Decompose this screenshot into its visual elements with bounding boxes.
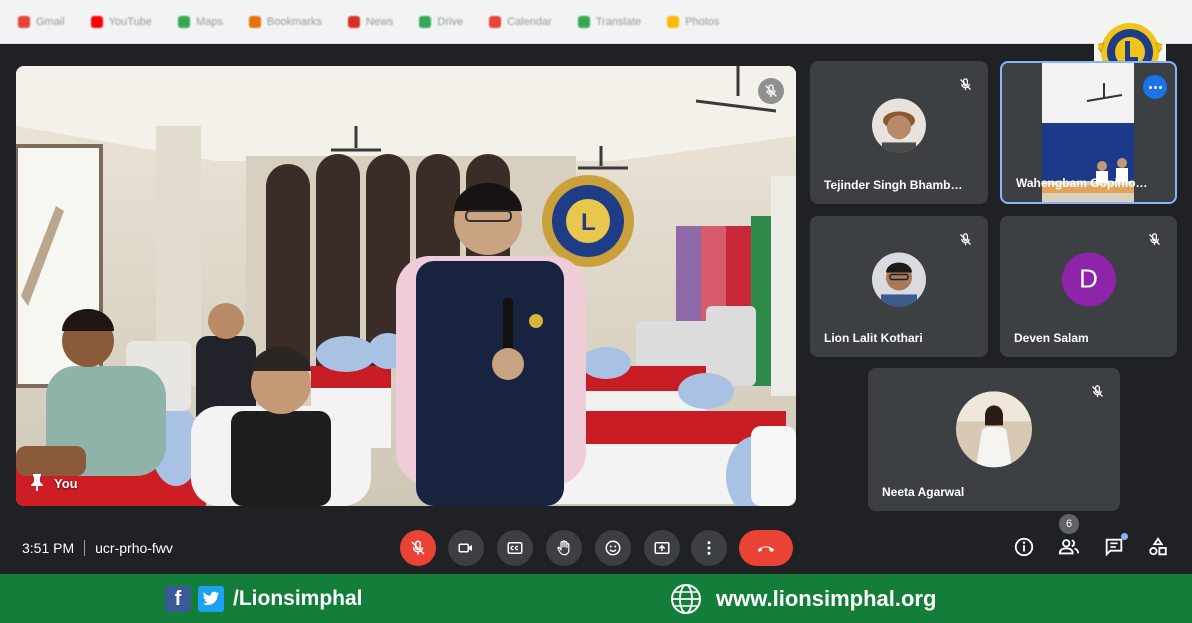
bookmark-item[interactable]: Bookmarks [248,15,322,28]
lions-imphal-banner: f /Lionsimphal www.lionsimphal.org [0,574,1192,623]
bookmark-item[interactable]: YouTube [90,15,152,28]
end-call-icon [757,546,775,553]
bookmark-item[interactable]: News [347,15,393,28]
avatar [872,251,926,306]
people-icon [1058,539,1080,555]
website-url: www.lionsimphal.org [716,586,937,611]
bookmark-item[interactable]: Photos [667,15,719,28]
activities-icon [1149,537,1167,556]
leave-call-button[interactable] [739,530,793,566]
emoji-icon [605,540,621,556]
present-icon [654,542,670,554]
bookmark-item[interactable]: Calendar [489,15,552,28]
twitter-icon[interactable] [198,586,224,612]
camera-icon [458,543,472,553]
social-links[interactable]: f /Lionsimphal [165,586,363,612]
divider [84,540,86,556]
globe-icon [671,584,701,614]
present-screen-button[interactable] [644,530,680,566]
activities-button[interactable] [1145,534,1171,560]
participant-count-badge: 6 [1059,514,1079,534]
bookmark-item[interactable]: Drive [419,15,463,28]
bookmark-item[interactable]: Gmail [18,15,65,28]
bookmark-item[interactable]: Translate [577,15,641,28]
meeting-hall-video: L [16,66,796,506]
self-video-tile[interactable]: L You [16,66,796,506]
mic-off-icon [952,226,978,252]
participant-tile[interactable]: D Deven Salam [1000,216,1177,357]
meeting-info-button[interactable] [1011,534,1037,560]
new-message-dot [1121,533,1128,540]
meeting-controls-bar: 3:51 PM ucr-prho-fwv 6 [0,514,1192,574]
mic-off-icon [411,540,425,555]
browser-bookmarks-bar: Gmail YouTube Maps Bookmarks News Drive … [0,0,1192,44]
meeting-code: ucr-prho-fwv [95,540,173,556]
speaking-indicator-icon [1143,75,1167,99]
mic-off-icon [1141,226,1167,252]
pin-icon[interactable] [30,473,44,494]
more-options-icon [707,541,711,555]
mic-off-icon [952,71,978,97]
participant-name: Lion Lalit Kothari [824,331,923,345]
svg-text:L: L [581,209,596,236]
participant-tile[interactable]: Neeta Agarwal [868,368,1120,511]
captions-button[interactable] [497,530,533,566]
camera-toggle-button[interactable] [448,530,484,566]
participant-tile-active-speaker[interactable]: Wahengbam Gopimo… [1000,61,1177,204]
meeting-time: 3:51 PM [22,540,75,556]
people-button[interactable]: 6 [1056,514,1082,560]
participant-name: Tejinder Singh Bhamb… [824,178,963,192]
bookmark-item[interactable]: Maps [177,15,223,28]
avatar-initial: D [1061,251,1116,306]
avatar [872,97,926,152]
participant-name: Wahengbam Gopimo… [1016,176,1148,190]
meeting-details[interactable]: 3:51 PM ucr-prho-fwv [22,540,173,556]
meet-stage: L You Tejinder Singh Bhamb… Wahengbam Go… [0,18,1192,574]
participant-name: Neeta Agarwal [882,485,965,499]
reactions-button[interactable] [595,530,631,566]
self-tile-label: You [30,473,78,494]
participant-tile[interactable]: Tejinder Singh Bhamb… [810,61,988,204]
participant-tile[interactable]: Lion Lalit Kothari [810,216,988,357]
info-icon [1014,537,1034,557]
chat-button[interactable] [1101,533,1128,560]
mic-off-icon [758,78,784,104]
facebook-icon[interactable]: f [165,586,191,612]
raise-hand-icon [557,540,570,556]
participant-name: Deven Salam [1014,331,1089,345]
more-options-button[interactable] [691,530,727,566]
social-handle: /Lionsimphal [233,587,363,610]
captions-icon [507,542,523,554]
avatar [956,390,1032,467]
website-link[interactable]: www.lionsimphal.org [670,583,936,615]
mic-off-icon [1084,378,1110,404]
raise-hand-button[interactable] [546,530,582,566]
microphone-toggle-button[interactable] [400,530,436,566]
